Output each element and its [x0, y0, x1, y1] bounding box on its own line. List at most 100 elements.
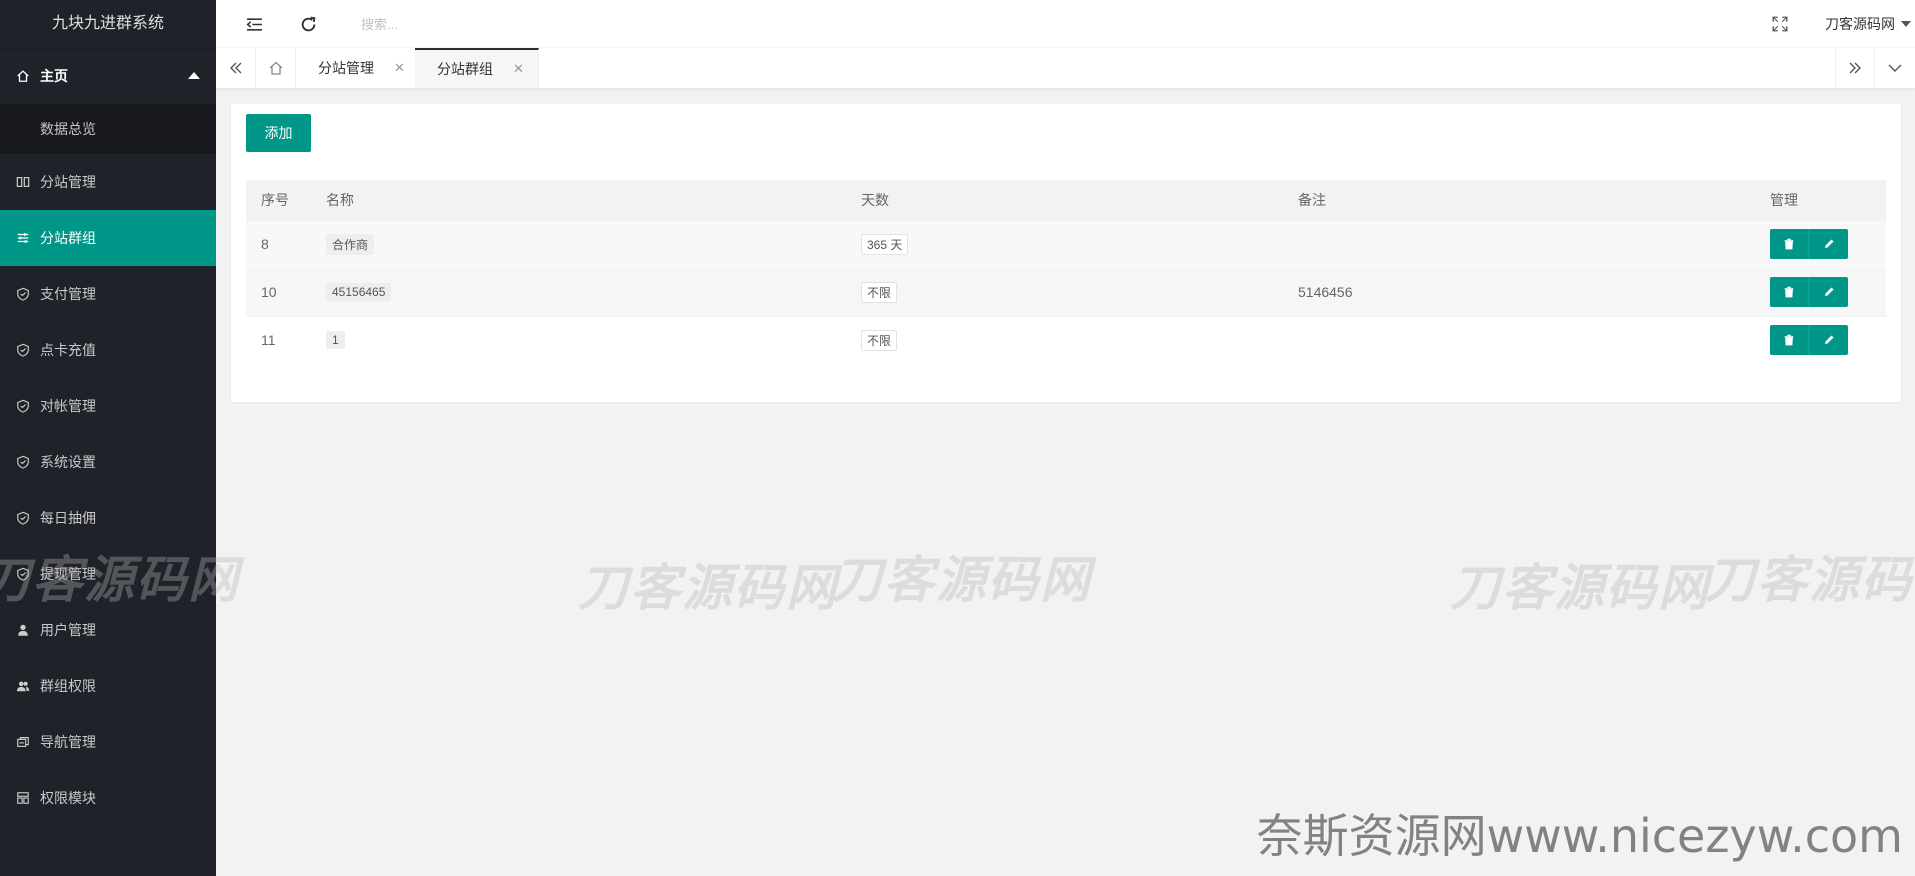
trash-icon — [1784, 335, 1794, 346]
cell-note — [1283, 219, 1755, 268]
column-header: 天数 — [846, 180, 1283, 220]
table-row: 10 45156465 不限 5146456 — [246, 267, 1886, 316]
watermark: 刀客源码网 — [1450, 559, 1710, 617]
tabs-scroll-left-button[interactable] — [216, 48, 256, 88]
sidebar-item-label: 点卡充值 — [40, 342, 96, 358]
content-card: 添加 序号 名称 天数 备注 管理 8 合作商 365 天 10 4515646… — [231, 104, 1901, 402]
sidebar-item-label: 对帐管理 — [40, 398, 96, 414]
watermark: 刀客源码网 — [578, 559, 838, 617]
refresh-icon — [301, 16, 315, 31]
row-actions — [1770, 229, 1848, 259]
name-chip: 合作商 — [326, 233, 375, 255]
tabs-bar: 分站管理 ✕ 分站群组 ✕ — [216, 48, 1915, 89]
sidebar-item-settings[interactable]: 系统设置 — [0, 434, 216, 490]
pencil-icon — [1824, 239, 1833, 248]
tab-substation-group[interactable]: 分站群组 ✕ — [415, 48, 539, 88]
days-chip: 不限 — [861, 329, 898, 351]
user-icon — [16, 623, 30, 637]
shield-icon — [16, 287, 30, 301]
grid-icon — [16, 791, 30, 805]
watermark: 刀客源码网 — [0, 551, 240, 609]
sidebar-subitem-overview[interactable]: 数据总览 — [0, 104, 216, 154]
app-title: 九块九进群系统 — [0, 0, 216, 48]
double-chevron-right-icon — [1849, 62, 1861, 74]
cell-id: 11 — [246, 315, 311, 364]
delete-button[interactable] — [1770, 229, 1809, 259]
tab-substation-manage[interactable]: 分站管理 ✕ — [296, 48, 420, 88]
row-actions — [1770, 325, 1848, 356]
top-header: 刀客源码网 — [216, 0, 1915, 48]
sidebar-item-daily-commission[interactable]: 每日抽佣 — [0, 490, 216, 546]
name-chip: 1 — [326, 331, 345, 350]
sidebar-item-card-recharge[interactable]: 点卡充值 — [0, 322, 216, 378]
watermark: 刀客源码网 — [1705, 551, 1915, 609]
refresh-button[interactable] — [281, 0, 335, 48]
delete-button[interactable] — [1770, 277, 1809, 307]
table-header-row: 序号 名称 天数 备注 管理 — [246, 180, 1886, 220]
users-icon — [16, 679, 30, 693]
cell-note: 5146456 — [1283, 267, 1755, 316]
sidebar-item-label: 每日抽佣 — [40, 510, 96, 526]
tabs-scroll-right-button[interactable] — [1835, 48, 1875, 88]
shield-icon — [16, 455, 30, 469]
column-header: 名称 — [311, 180, 846, 220]
sidebar-item-label: 分站管理 — [40, 174, 96, 190]
shield-icon — [16, 399, 30, 413]
sidebar-subitem-label: 数据总览 — [40, 121, 96, 137]
sidebar-item-label: 群组权限 — [40, 678, 96, 694]
trash-icon — [1784, 238, 1794, 250]
tab-label: 分站管理 — [318, 60, 374, 76]
nav-icon — [16, 735, 30, 749]
dropdown-caret-icon — [1901, 21, 1911, 27]
edit-button[interactable] — [1809, 229, 1848, 259]
tab-label: 分站群组 — [437, 61, 493, 77]
table-row: 8 合作商 365 天 — [246, 219, 1886, 268]
add-button[interactable]: 添加 — [246, 114, 311, 152]
home-icon — [16, 69, 30, 83]
trash-icon — [1784, 286, 1794, 298]
row-actions — [1770, 277, 1848, 307]
home-tab[interactable] — [256, 48, 296, 88]
sidebar-item-substation[interactable]: 分站管理 — [0, 154, 216, 210]
search-input[interactable] — [361, 12, 561, 36]
days-chip: 365 天 — [861, 233, 909, 255]
user-name: 刀客源码网 — [1825, 16, 1895, 32]
sidebar-item-navigation[interactable]: 导航管理 — [0, 714, 216, 770]
cell-id: 8 — [246, 219, 311, 268]
edit-button[interactable] — [1809, 325, 1848, 356]
menu-fold-icon — [245, 17, 262, 31]
close-icon[interactable]: ✕ — [394, 60, 405, 76]
sidebar-item-group-permissions[interactable]: 群组权限 — [0, 658, 216, 714]
table-row: 11 1 不限 — [246, 315, 1886, 364]
delete-button[interactable] — [1770, 325, 1809, 356]
column-header: 序号 — [246, 180, 311, 220]
close-icon[interactable]: ✕ — [513, 61, 524, 77]
chevron-down-icon — [1888, 64, 1902, 72]
sidebar-item-home[interactable]: 主页 — [0, 48, 216, 104]
pencil-icon — [1824, 287, 1833, 296]
edit-button[interactable] — [1809, 277, 1848, 307]
sidebar-item-label: 用户管理 — [40, 622, 96, 638]
columns-icon — [16, 175, 30, 189]
sidebar-item-label: 系统设置 — [40, 454, 96, 470]
cell-note — [1283, 315, 1755, 364]
groups-table: 序号 名称 天数 备注 管理 8 合作商 365 天 10 45156465 不… — [246, 180, 1886, 364]
column-header: 管理 — [1755, 180, 1886, 220]
user-menu[interactable]: 刀客源码网 — [1825, 0, 1911, 48]
sidebar-item-reconciliation[interactable]: 对帐管理 — [0, 378, 216, 434]
tabs-menu-button[interactable] — [1875, 48, 1915, 88]
double-chevron-left-icon — [229, 62, 241, 74]
sidebar-item-payment[interactable]: 支付管理 — [0, 266, 216, 322]
fullscreen-icon[interactable] — [1771, 15, 1789, 33]
sidebar-item-substation-group[interactable]: 分站群组 — [0, 210, 216, 266]
sidebar-item-permission-modules[interactable]: 权限模块 — [0, 770, 216, 826]
days-chip: 不限 — [861, 281, 898, 303]
sidebar-item-label: 支付管理 — [40, 286, 96, 302]
site-watermark: 奈斯资源网www.nicezyw.com — [1256, 809, 1903, 863]
menu-toggle-button[interactable] — [227, 0, 281, 48]
pencil-icon — [1824, 335, 1833, 345]
caret-up-icon — [188, 72, 200, 79]
sidebar-item-label: 分站群组 — [40, 230, 96, 246]
name-chip: 45156465 — [326, 283, 392, 301]
column-header: 备注 — [1283, 180, 1755, 220]
